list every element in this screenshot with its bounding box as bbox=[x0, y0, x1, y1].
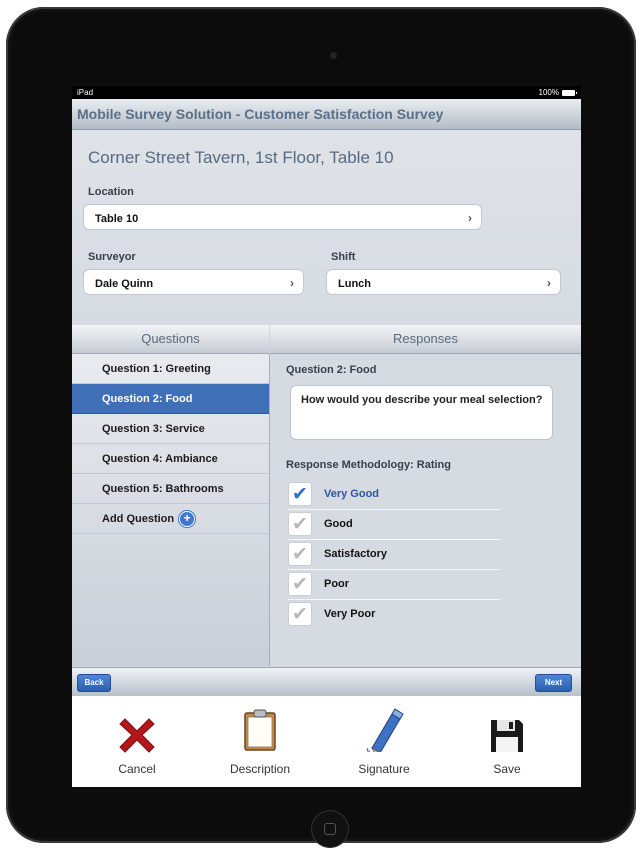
question-label: Question 1: Greeting bbox=[102, 362, 211, 375]
place-title: Corner Street Tavern, 1st Floor, Table 1… bbox=[88, 148, 394, 167]
home-button[interactable] bbox=[311, 810, 349, 848]
question-item-selected[interactable]: Question 2: Food bbox=[72, 384, 269, 414]
pencil-icon bbox=[366, 708, 404, 752]
question-item[interactable]: Question 5: Bathrooms bbox=[72, 474, 269, 504]
rating-option[interactable]: ✔ Poor bbox=[288, 569, 500, 600]
checkmark-icon[interactable]: ✔ bbox=[288, 572, 312, 596]
battery-percent: 100% bbox=[538, 88, 559, 97]
back-button[interactable]: Back bbox=[77, 674, 111, 692]
surveyor-label: Surveyor bbox=[88, 251, 136, 263]
description-button[interactable]: Description bbox=[205, 696, 315, 787]
question-label: Question 5: Bathrooms bbox=[102, 482, 224, 495]
action-bar: Cancel Description Signature Save bbox=[72, 696, 581, 787]
question-item[interactable]: Question 1: Greeting bbox=[72, 354, 269, 384]
option-label: Poor bbox=[324, 578, 350, 590]
rating-option[interactable]: ✔ Very Good bbox=[288, 479, 500, 510]
question-text: How would you describe your meal selecti… bbox=[301, 394, 543, 406]
carrier-label: iPad bbox=[77, 88, 94, 97]
next-button[interactable]: Next bbox=[535, 674, 572, 692]
nav-toolbar: Back Next bbox=[72, 667, 581, 696]
app-title: Mobile Survey Solution - Customer Satisf… bbox=[77, 106, 444, 122]
questions-heading: Questions bbox=[72, 325, 269, 354]
shift-field[interactable]: Lunch › bbox=[326, 269, 561, 295]
battery-icon bbox=[562, 89, 577, 96]
questions-panel: Question 1: Greeting Question 2: Food Qu… bbox=[72, 354, 270, 666]
responses-heading: Responses bbox=[270, 325, 581, 354]
cancel-icon bbox=[119, 718, 155, 753]
nav-bar: Mobile Survey Solution - Customer Satisf… bbox=[72, 99, 581, 130]
screen: iPad 100% Mobile Survey Solution - Custo… bbox=[72, 86, 581, 787]
response-question-title: Question 2: Food bbox=[286, 364, 377, 376]
question-item[interactable]: Question 3: Service bbox=[72, 414, 269, 444]
save-label: Save bbox=[493, 762, 521, 776]
question-label: Question 3: Service bbox=[102, 422, 205, 435]
signature-button[interactable]: Signature bbox=[329, 696, 439, 787]
rating-option[interactable]: ✔ Very Poor bbox=[288, 599, 500, 629]
plus-icon: + bbox=[179, 510, 196, 527]
chevron-right-icon: › bbox=[547, 276, 551, 290]
chevron-right-icon: › bbox=[290, 276, 294, 290]
location-field[interactable]: Table 10 › bbox=[83, 204, 482, 230]
checkmark-icon[interactable]: ✔ bbox=[288, 602, 312, 626]
save-button[interactable]: Save bbox=[452, 696, 562, 787]
description-label: Description bbox=[229, 762, 291, 776]
checkmark-icon[interactable]: ✔ bbox=[288, 482, 312, 506]
signature-label: Signature bbox=[358, 762, 410, 776]
surveyor-value: Dale Quinn bbox=[95, 278, 154, 290]
status-bar: iPad 100% bbox=[72, 86, 581, 99]
floppy-disk-icon bbox=[491, 720, 523, 752]
question-text-box[interactable]: How would you describe your meal selecti… bbox=[290, 385, 553, 440]
option-label: Satisfactory bbox=[324, 548, 387, 560]
add-question-button[interactable]: Add Question + bbox=[72, 504, 269, 534]
survey-header: Corner Street Tavern, 1st Floor, Table 1… bbox=[72, 130, 581, 325]
checkmark-icon[interactable]: ✔ bbox=[288, 542, 312, 566]
location-value: Table 10 bbox=[95, 213, 139, 225]
option-label: Very Good bbox=[324, 488, 380, 500]
cancel-label: Cancel bbox=[118, 762, 156, 776]
rating-option[interactable]: ✔ Good bbox=[288, 509, 500, 540]
location-label: Location bbox=[88, 186, 134, 198]
surveyor-field[interactable]: Dale Quinn › bbox=[83, 269, 304, 295]
option-label: Very Poor bbox=[324, 608, 376, 620]
methodology-label: Response Methodology: Rating bbox=[286, 459, 451, 471]
question-label: Question 2: Food bbox=[102, 392, 193, 405]
cancel-button[interactable]: Cancel bbox=[82, 696, 192, 787]
shift-value: Lunch bbox=[338, 278, 371, 290]
add-question-label: Add Question bbox=[102, 512, 175, 525]
clipboard-icon bbox=[244, 709, 276, 751]
question-label: Question 4: Ambiance bbox=[102, 452, 218, 465]
shift-label: Shift bbox=[331, 251, 356, 263]
rating-option[interactable]: ✔ Satisfactory bbox=[288, 539, 500, 570]
question-item[interactable]: Question 4: Ambiance bbox=[72, 444, 269, 474]
battery-indicator: 100% bbox=[538, 88, 577, 97]
responses-panel: Question 2: Food How would you describe … bbox=[270, 354, 581, 666]
camera bbox=[330, 52, 337, 59]
chevron-right-icon: › bbox=[468, 211, 472, 225]
option-label: Good bbox=[324, 518, 353, 530]
checkmark-icon[interactable]: ✔ bbox=[288, 512, 312, 536]
